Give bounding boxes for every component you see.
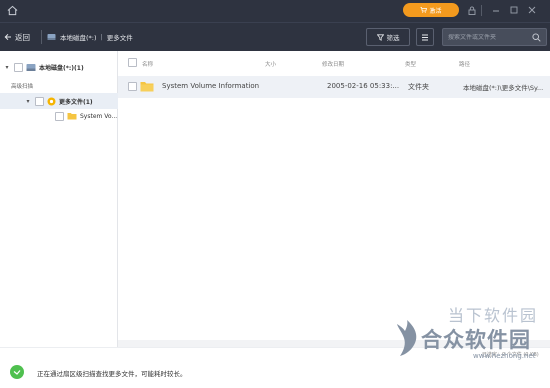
close-icon[interactable] xyxy=(527,5,537,15)
home-icon[interactable] xyxy=(5,3,19,17)
tree-root-label: 本地磁盘(*:)(1) xyxy=(39,64,84,72)
collapse-caret-icon[interactable]: ▾ xyxy=(3,64,11,71)
back-label: 返回 xyxy=(15,32,30,42)
back-button[interactable]: 返回 xyxy=(4,30,30,44)
column-name[interactable]: 名称 xyxy=(142,60,153,68)
watermark-logo-icon xyxy=(397,320,417,356)
filter-label: 筛选 xyxy=(386,34,400,42)
activate-label: 激活 xyxy=(429,7,442,15)
tree-more-files-label: 更多文件(1) xyxy=(59,98,93,106)
tree-system-volume[interactable]: System Vo... xyxy=(55,109,117,123)
watermark-line1: 当下软件园 xyxy=(448,306,539,325)
search-box xyxy=(442,28,547,46)
select-all-checkbox[interactable] xyxy=(128,58,137,67)
advanced-scan-label: 高级扫描 xyxy=(11,84,34,90)
filter-button[interactable]: 筛选 xyxy=(366,28,410,46)
breadcrumb-more-files[interactable]: 更多文件 xyxy=(107,32,133,42)
root-checkbox[interactable] xyxy=(14,62,23,72)
search-input[interactable] xyxy=(448,33,532,41)
table-row[interactable]: System Volume Information 2005-02-16 05:… xyxy=(118,76,550,98)
titlebar-separator xyxy=(481,5,482,16)
breadcrumb-separator: | xyxy=(100,33,103,41)
breadcrumb: 本地磁盘(*:) | 更多文件 xyxy=(47,31,133,43)
toolbar-separator xyxy=(41,30,42,44)
column-size[interactable]: 大小 xyxy=(265,60,276,68)
collapse-caret-icon[interactable]: ▾ xyxy=(24,98,32,105)
title-bar: 激活 xyxy=(0,0,550,22)
watermark-url: www.hezhong.net xyxy=(473,352,536,360)
tree-system-volume-label: System Vo... xyxy=(80,112,118,120)
folder-tree-panel: ▾ 本地磁盘(*:)(1) 高级扫描 ▾ 更多文件(1) System Vo..… xyxy=(0,51,118,347)
row-type: 文件夹 xyxy=(408,83,429,91)
lock-icon[interactable] xyxy=(467,5,477,15)
filter-icon xyxy=(376,33,384,41)
menu-button[interactable] xyxy=(416,28,434,46)
more-files-icon xyxy=(47,97,56,105)
folder-icon xyxy=(67,113,77,120)
watermark: 当下软件园 合众软件园 www.hezhong.net xyxy=(388,300,550,388)
drive-icon xyxy=(26,63,36,71)
row-modified: 2005-02-16 05:33:... xyxy=(327,82,400,90)
activate-button[interactable]: 激活 xyxy=(403,3,459,17)
system-volume-checkbox[interactable] xyxy=(55,111,64,121)
drive-icon xyxy=(47,34,56,40)
cart-icon xyxy=(420,7,428,13)
column-modified[interactable]: 修改日期 xyxy=(322,60,344,68)
file-list-header: 名称 大小 修改日期 类型 路径 xyxy=(118,56,550,72)
row-name: System Volume Information xyxy=(162,82,260,90)
back-arrow-icon xyxy=(4,33,11,41)
column-path[interactable]: 路径 xyxy=(459,60,470,68)
search-icon[interactable] xyxy=(532,33,541,42)
status-message: 正在通过扇区级扫描查找更多文件，可能耗时较长。 xyxy=(37,370,187,378)
folder-icon xyxy=(140,81,154,94)
tree-more-files[interactable]: ▾ 更多文件(1) xyxy=(24,94,93,108)
hamburger-icon xyxy=(422,34,428,40)
scan-progress-icon xyxy=(10,365,24,379)
column-type[interactable]: 类型 xyxy=(405,60,416,68)
row-path: 本地磁盘(*:)\更多文件\Sy... xyxy=(463,84,544,92)
row-checkbox[interactable] xyxy=(128,82,137,91)
toolbar: 返回 本地磁盘(*:) | 更多文件 筛选 xyxy=(0,22,550,51)
breadcrumb-drive[interactable]: 本地磁盘(*:) xyxy=(60,32,97,42)
minimize-icon[interactable] xyxy=(491,5,501,15)
restore-icon[interactable] xyxy=(509,5,519,15)
more-files-checkbox[interactable] xyxy=(35,96,44,106)
tree-root[interactable]: ▾ 本地磁盘(*:)(1) xyxy=(3,60,84,74)
watermark-line2: 合众软件园 xyxy=(421,328,531,352)
